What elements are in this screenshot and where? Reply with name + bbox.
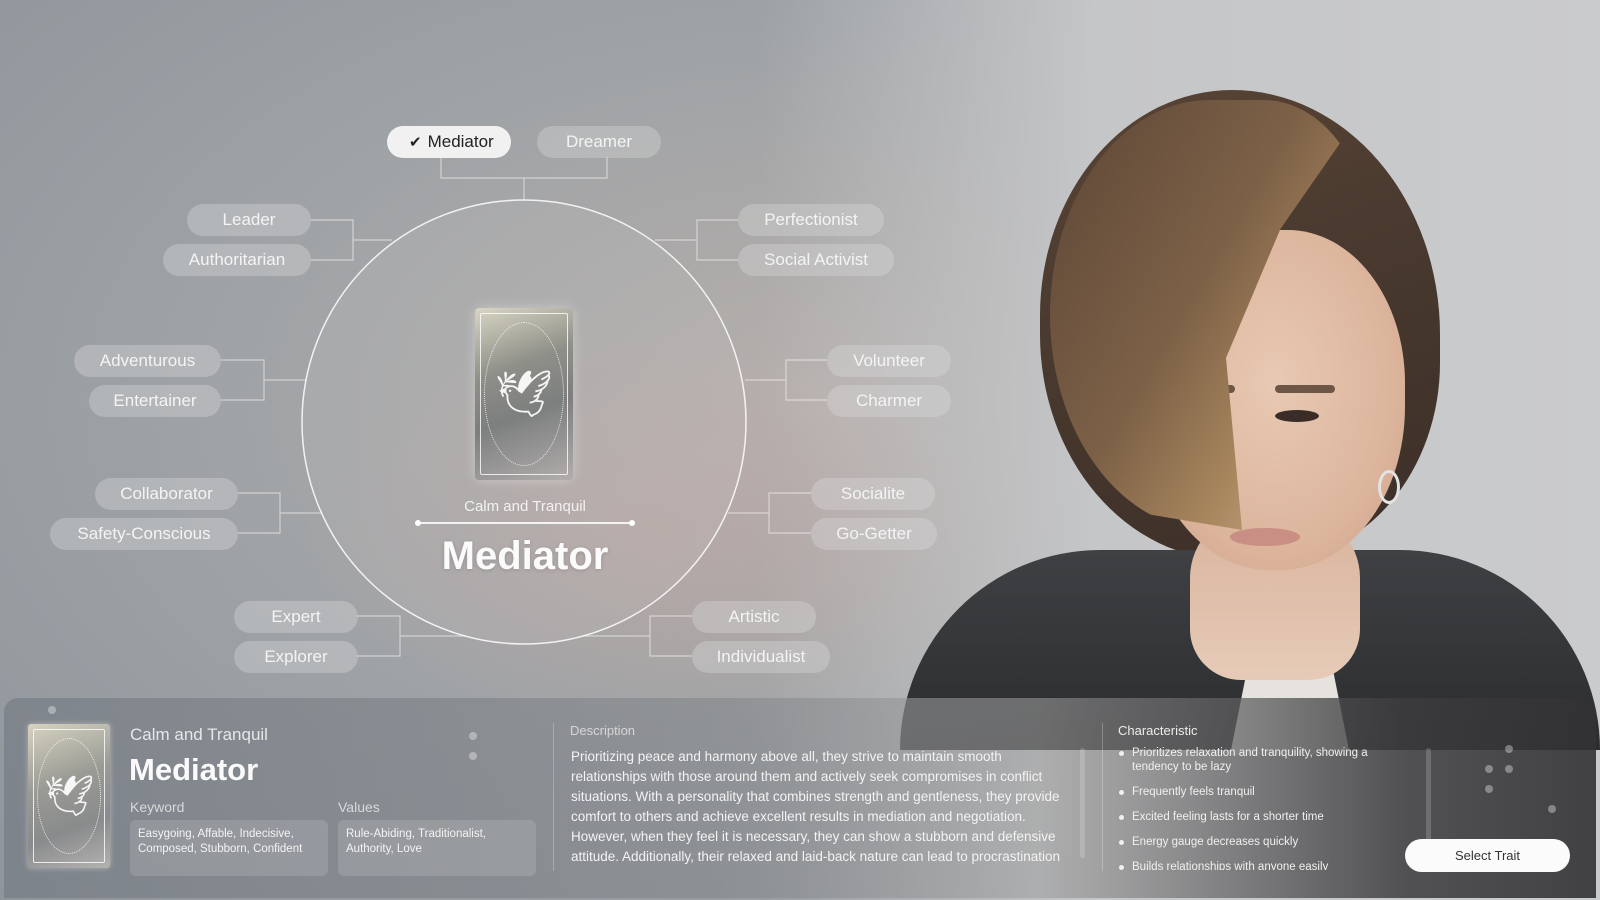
decor-dot [1485, 785, 1493, 793]
trait-label: Volunteer [853, 351, 925, 370]
panel-divider [553, 723, 554, 871]
decor-dot [469, 752, 477, 760]
trait-pill-artistic[interactable]: Artistic [692, 601, 816, 633]
trait-pill-charmer[interactable]: Charmer [827, 385, 951, 417]
decor-dot [48, 706, 56, 714]
checkmark-icon: ✔ [409, 134, 422, 151]
characteristic-list: Prioritizes relaxation and tranquility, … [1118, 746, 1378, 870]
values-label: Values [338, 799, 380, 815]
trait-pill-perfectionist[interactable]: Perfectionist [738, 204, 884, 236]
trait-label: Adventurous [99, 351, 196, 370]
center-trait-title: Mediator [441, 534, 609, 578]
trait-label: Safety-Conscious [77, 524, 211, 543]
trait-pill-social-activist[interactable]: Social Activist [738, 244, 894, 276]
trait-label: Charmer [855, 391, 923, 410]
trait-card-center: 🕊 [475, 308, 573, 480]
characteristic-item: Excited feeling lasts for a shorter time [1118, 810, 1378, 824]
trait-label: Perfectionist [764, 210, 858, 229]
connector-top-left [311, 219, 392, 261]
character-lips [1230, 528, 1300, 546]
characteristic-item: Prioritizes relaxation and tranquility, … [1118, 746, 1378, 774]
trait-label: Entertainer [113, 391, 197, 410]
character-eye-right [1275, 410, 1319, 422]
trait-label: Authoritarian [188, 250, 286, 269]
trait-label: Go-Getter [836, 524, 912, 543]
panel-divider [1102, 723, 1103, 871]
description-text: Prioritizing peace and harmony above all… [571, 749, 1061, 864]
trait-pill-explorer[interactable]: Explorer [234, 641, 358, 673]
trait-pill-collaborator[interactable]: Collaborator [95, 478, 238, 510]
trait-pill-individualist[interactable]: Individualist [692, 641, 830, 673]
keyword-label: Keyword [130, 799, 185, 815]
trait-pill-volunteer[interactable]: Volunteer [827, 345, 951, 377]
trait-label: Individualist [716, 647, 806, 666]
trait-pill-go-getter[interactable]: Go-Getter [811, 518, 937, 550]
connector-top [440, 157, 608, 200]
dove-icon: 🕊 [494, 367, 554, 420]
trait-pill-safety-conscious[interactable]: Safety-Conscious [50, 518, 238, 550]
trait-label: Artistic [728, 607, 780, 626]
trait-pill-leader[interactable]: Leader [187, 204, 311, 236]
trait-label: Leader [222, 210, 276, 229]
trait-label: Social Activist [764, 250, 868, 269]
character-portrait [900, 80, 1600, 755]
trait-pill-adventurous[interactable]: Adventurous [74, 345, 221, 377]
characteristic-item: Frequently feels tranquil [1118, 785, 1378, 799]
trait-label: Explorer [264, 647, 328, 666]
panel-trait-subtitle: Calm and Tranquil [130, 725, 268, 744]
connector-top-right [655, 219, 738, 261]
keyword-box: Easygoing, Affable, Indecisive, Composed… [130, 820, 328, 876]
trait-label: Collaborator [120, 484, 213, 503]
trait-pill-mediator[interactable]: ✔ Mediator [387, 126, 511, 158]
trait-pill-authoritarian[interactable]: Authoritarian [163, 244, 311, 276]
values-box: Rule-Abiding, Traditionalist, Authority,… [338, 820, 536, 876]
center-trait-subtitle: Calm and Tranquil [464, 498, 586, 515]
dove-icon: 🕊 [43, 774, 95, 819]
trait-pill-socialite[interactable]: Socialite [811, 478, 935, 510]
trait-pill-entertainer[interactable]: Entertainer [89, 385, 221, 417]
trait-pill-dreamer[interactable]: Dreamer [537, 126, 661, 158]
characteristic-label: Characteristic [1118, 723, 1198, 738]
decor-dot [1485, 765, 1493, 773]
characteristic-item: Energy gauge decreases quickly [1118, 835, 1378, 849]
decor-dot [469, 732, 477, 740]
panel-trait-title: Mediator [129, 752, 259, 787]
center-divider [415, 520, 635, 525]
decor-dot [1505, 765, 1513, 773]
decor-dot [1548, 805, 1556, 813]
character-earring [1378, 470, 1400, 504]
description-scrollbar[interactable] [1080, 748, 1085, 858]
trait-card-thumbnail: 🕊 [28, 724, 110, 868]
select-trait-button[interactable]: Select Trait [1405, 839, 1570, 872]
trait-label: Mediator [427, 132, 494, 151]
decor-dot [1505, 745, 1513, 753]
trait-label: Dreamer [565, 132, 633, 151]
trait-label: Expert [271, 607, 321, 626]
connector-mid-left [221, 359, 306, 401]
description-label: Description [570, 723, 636, 738]
trait-label: Socialite [840, 484, 906, 503]
trait-pill-expert[interactable]: Expert [234, 601, 358, 633]
characteristic-item: Builds relationships with anyone easily [1118, 860, 1378, 870]
character-brow-right [1275, 385, 1335, 393]
